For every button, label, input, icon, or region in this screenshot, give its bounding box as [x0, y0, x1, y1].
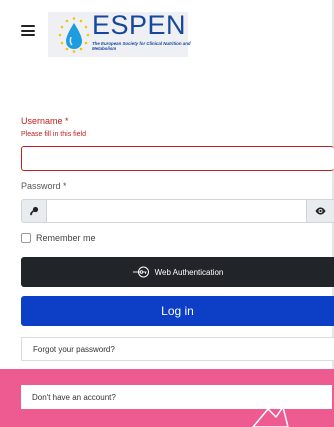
- remember-me-checkbox[interactable]: Remember me: [21, 233, 96, 243]
- key-icon[interactable]: [21, 199, 47, 223]
- web-authentication-button[interactable]: Web Authentication: [21, 257, 334, 287]
- username-label: Username *: [21, 116, 69, 126]
- login-button[interactable]: Log in: [21, 296, 334, 326]
- username-error-message: Please fill in this field: [21, 131, 86, 138]
- remember-me-label: Remember me: [36, 233, 96, 243]
- web-authentication-label: Web Authentication: [154, 267, 224, 277]
- eye-icon[interactable]: [306, 199, 334, 223]
- espen-drop-logo: [58, 17, 90, 53]
- hamburger-menu-icon[interactable]: [21, 25, 35, 36]
- logo-wordmark: ESPEN: [92, 10, 187, 40]
- logo-subtitle: The European Society for Clinical Nutrit…: [92, 41, 191, 51]
- forgot-password-link[interactable]: Forgot your password?: [21, 337, 334, 361]
- pointer-cursor-icon: [252, 406, 289, 427]
- checkbox-box[interactable]: [21, 233, 31, 243]
- webauthn-key-icon: [132, 266, 149, 278]
- password-label: Password *: [21, 181, 67, 191]
- password-input[interactable]: [47, 199, 306, 223]
- login-page: ESPEN The European Society for Clinical …: [0, 0, 334, 427]
- password-field-group: [21, 199, 334, 223]
- username-input[interactable]: [21, 146, 334, 171]
